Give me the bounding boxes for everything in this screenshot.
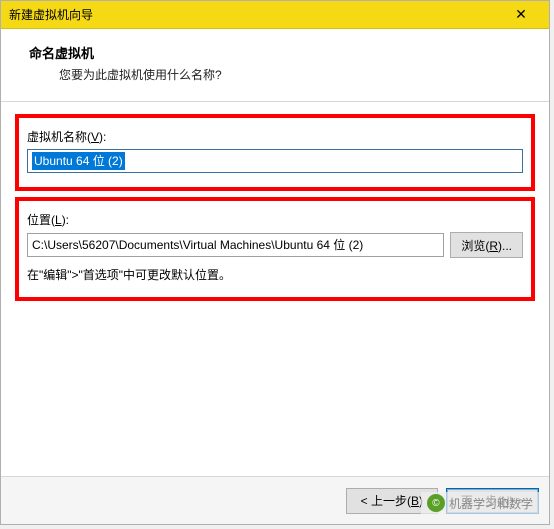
location-hint: 在"编辑">"首选项"中可更改默认位置。	[27, 266, 523, 283]
wizard-footer: < 上一步(B) 下一步(N) > © 机器学习和数学	[1, 476, 549, 524]
vm-name-label: 虚拟机名称(V):	[27, 128, 523, 145]
vm-location-input[interactable]: C:\Users\56207\Documents\Virtual Machine…	[27, 233, 444, 257]
page-title: 命名虚拟机	[29, 43, 525, 62]
wizard-dialog: 新建虚拟机向导 ✕ 命名虚拟机 您要为此虚拟机使用什么名称? 虚拟机名称(V):…	[0, 0, 550, 525]
watermark-icon: ©	[427, 494, 445, 512]
vm-name-input[interactable]: Ubuntu 64 位 (2)	[27, 149, 523, 173]
vm-location-label: 位置(L):	[27, 211, 523, 228]
wizard-header: 命名虚拟机 您要为此虚拟机使用什么名称?	[1, 29, 549, 102]
vm-location-group: 位置(L): C:\Users\56207\Documents\Virtual …	[15, 197, 535, 301]
wizard-content: 虚拟机名称(V): Ubuntu 64 位 (2) 位置(L): C:\User…	[1, 102, 549, 319]
close-icon[interactable]: ✕	[501, 3, 541, 27]
browse-button[interactable]: 浏览(R)...	[450, 232, 523, 258]
watermark: © 机器学习和数学	[421, 492, 539, 514]
window-title: 新建虚拟机向导	[9, 6, 93, 23]
vm-name-group: 虚拟机名称(V): Ubuntu 64 位 (2)	[15, 114, 535, 191]
titlebar: 新建虚拟机向导 ✕	[1, 1, 549, 29]
vm-name-value: Ubuntu 64 位 (2)	[32, 152, 125, 170]
page-subtitle: 您要为此虚拟机使用什么名称?	[59, 66, 525, 83]
watermark-text: 机器学习和数学	[449, 495, 533, 512]
